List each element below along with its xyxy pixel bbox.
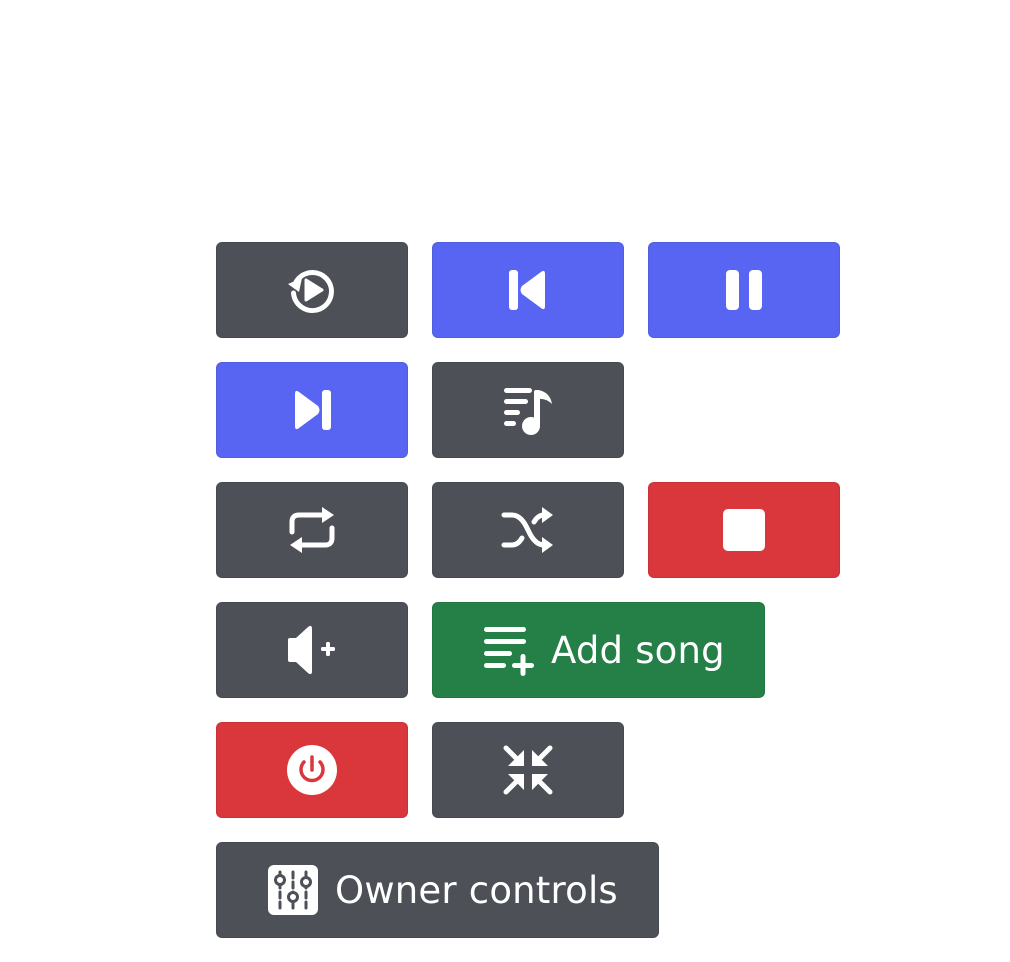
- owner-controls-label: Owner controls: [335, 868, 618, 912]
- equalizer-sliders-icon: [268, 865, 318, 915]
- stop-icon: [723, 509, 765, 551]
- add-song-button[interactable]: Add song: [432, 602, 765, 698]
- volume-up-button[interactable]: [216, 602, 408, 698]
- stop-button[interactable]: [648, 482, 840, 578]
- pause-icon: [726, 270, 762, 310]
- volume-plus-icon: [288, 625, 335, 675]
- pause-button[interactable]: [648, 242, 840, 338]
- disconnect-button[interactable]: [216, 722, 408, 818]
- replay-icon: [288, 270, 334, 314]
- queue-button[interactable]: [432, 362, 624, 458]
- minimize-button[interactable]: [432, 722, 624, 818]
- skip-previous-icon: [509, 270, 545, 310]
- owner-controls-button[interactable]: Owner controls: [216, 842, 659, 938]
- skip-button[interactable]: [216, 362, 408, 458]
- previous-button[interactable]: [432, 242, 624, 338]
- repeat-icon: [289, 507, 335, 553]
- replay-button[interactable]: [216, 242, 408, 338]
- add-song-label: Add song: [551, 628, 725, 672]
- loop-button[interactable]: [216, 482, 408, 578]
- power-icon: [287, 745, 337, 795]
- playlist-music-icon: [504, 388, 552, 435]
- shuffle-icon: [501, 507, 553, 553]
- skip-next-icon: [295, 390, 331, 430]
- playlist-add-icon: [484, 627, 534, 676]
- shuffle-button[interactable]: [432, 482, 624, 578]
- collapse-icon: [503, 745, 553, 795]
